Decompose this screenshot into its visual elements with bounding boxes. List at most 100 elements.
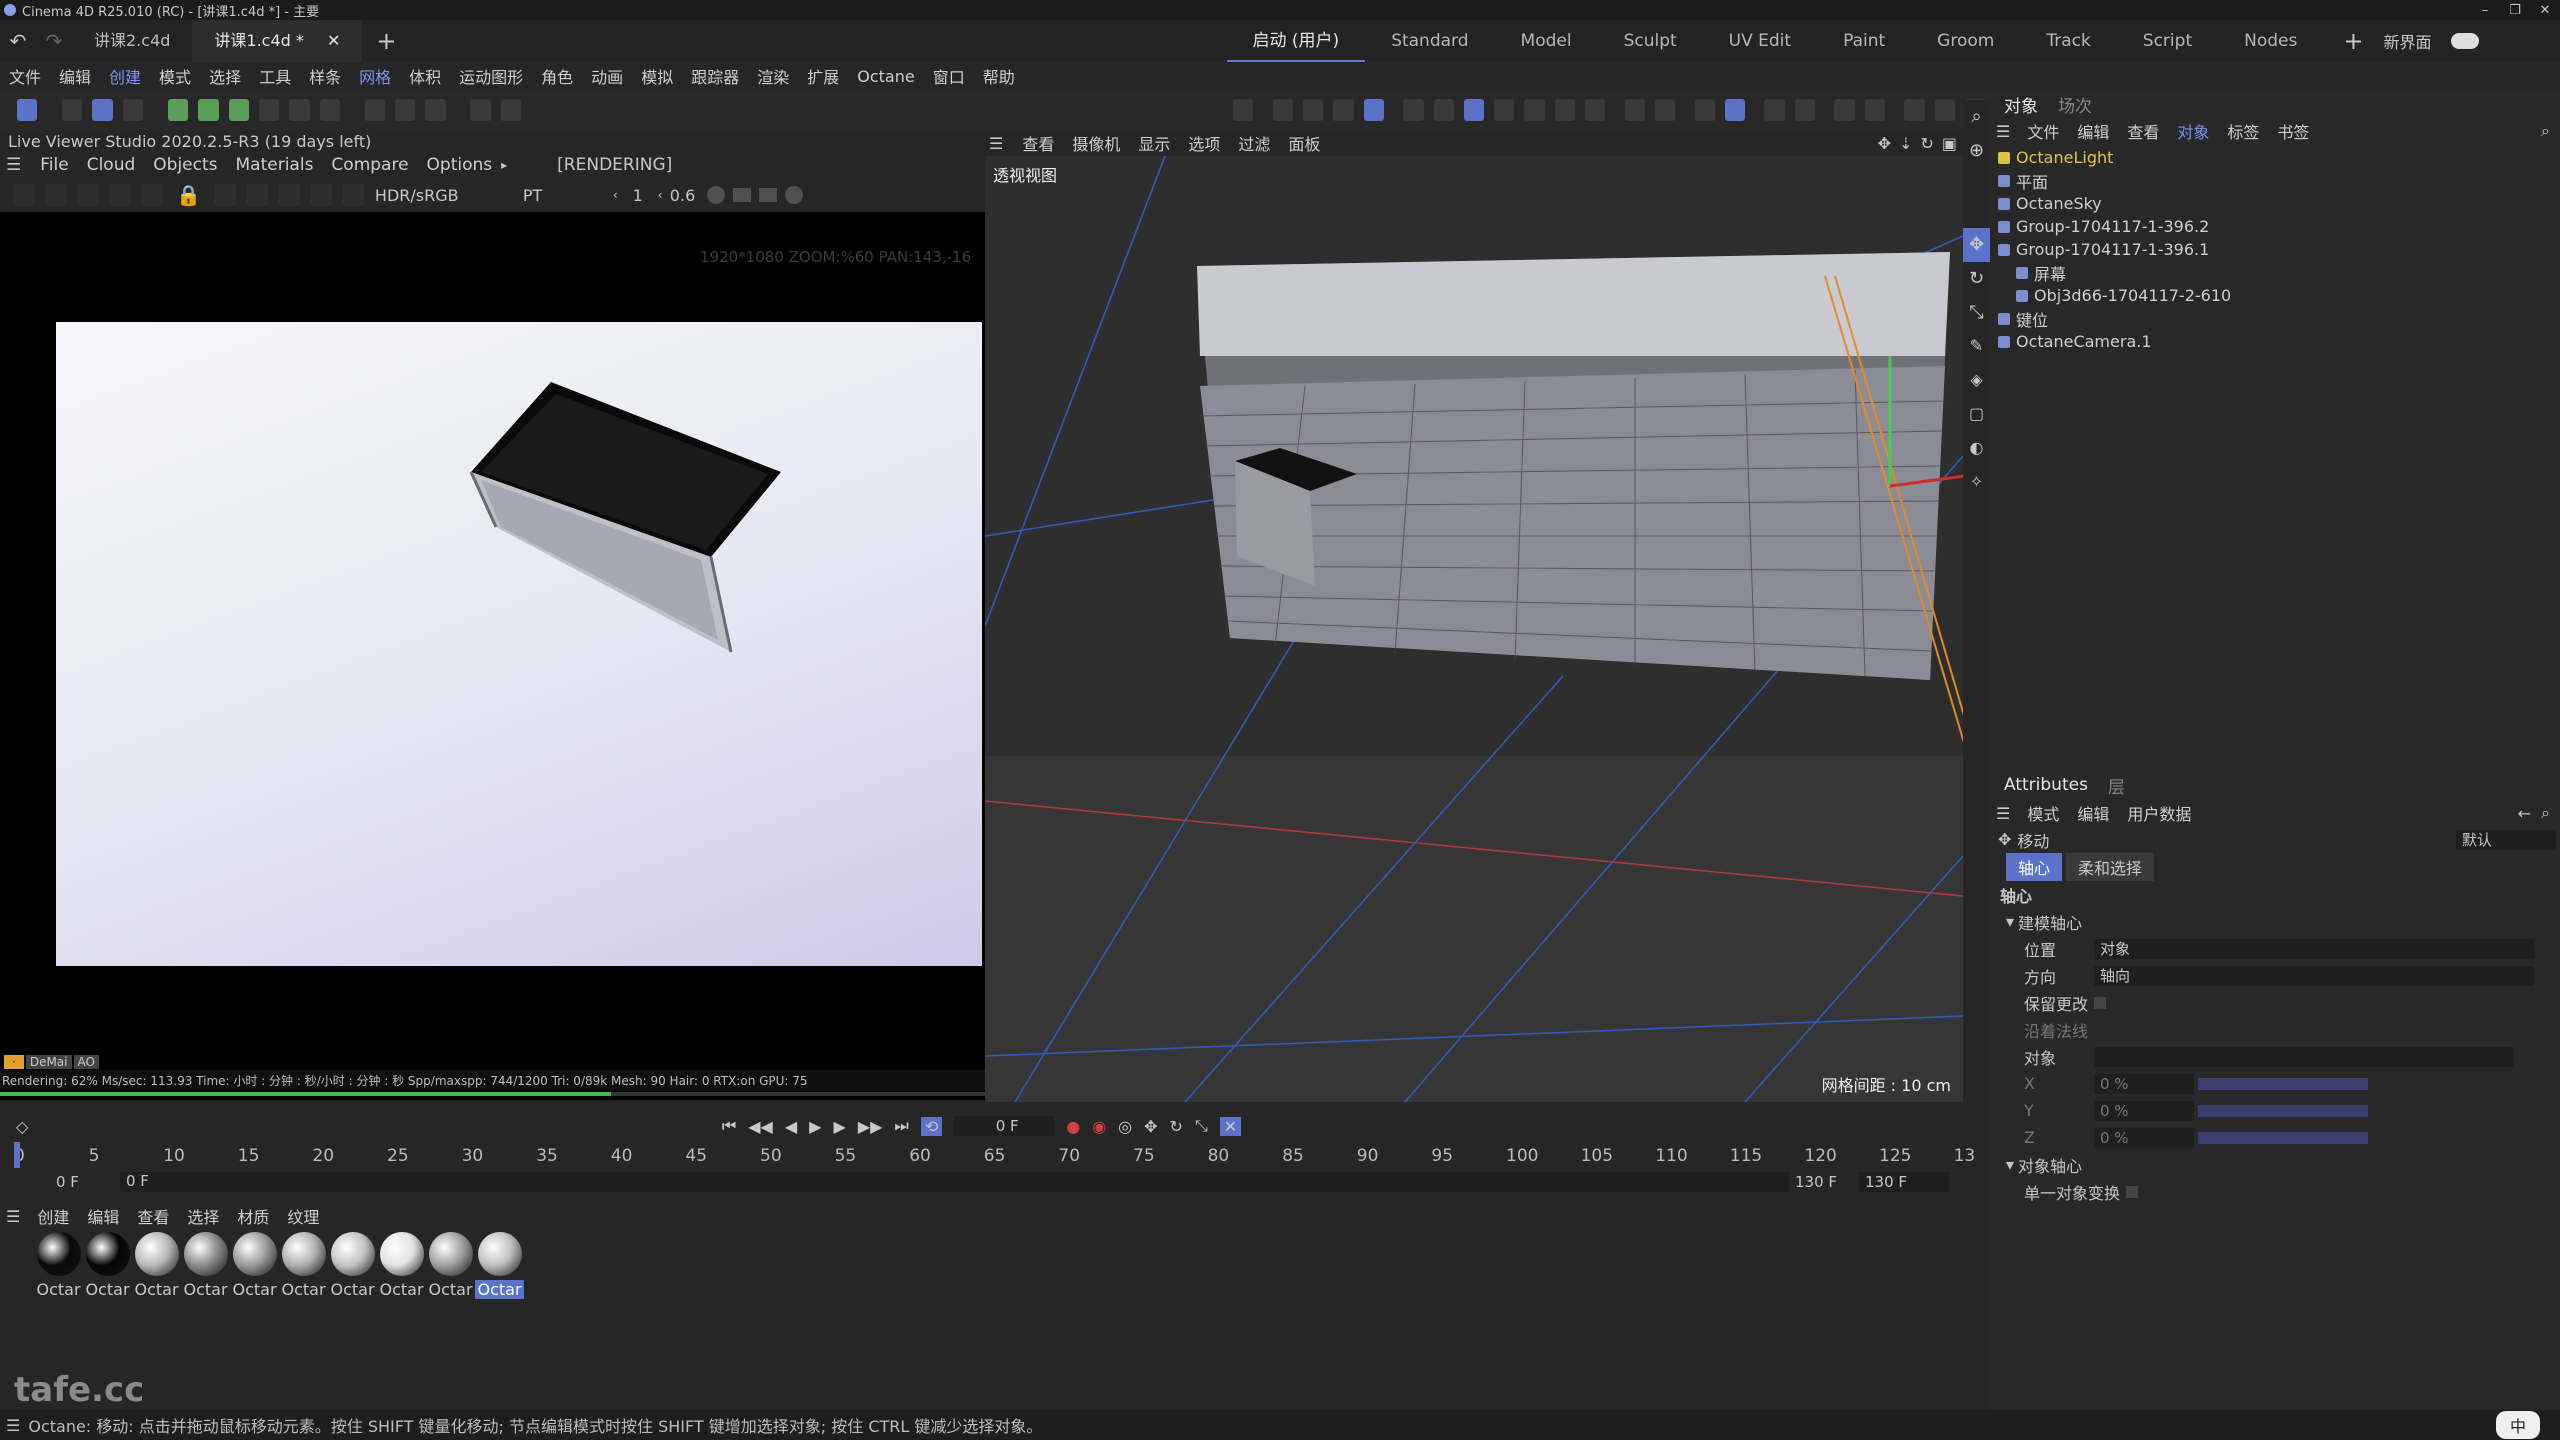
- color-space-select[interactable]: HDR/sRGB: [375, 186, 523, 205]
- chevron-right-icon[interactable]: ▸: [501, 158, 507, 172]
- subtab-soft-selection[interactable]: 柔和选择: [2066, 853, 2155, 881]
- playhead[interactable]: [14, 1142, 20, 1168]
- next-key-icon[interactable]: ▶▶: [858, 1117, 883, 1136]
- close-tab-icon[interactable]: ✕: [327, 31, 340, 50]
- snap-icon[interactable]: [1624, 99, 1646, 121]
- layout-tab[interactable]: Track: [2020, 20, 2116, 62]
- mat-menu-item[interactable]: 选择: [178, 1204, 228, 1228]
- vp-menu-item[interactable]: 摄像机: [1063, 131, 1129, 155]
- mat-menu-item[interactable]: 查看: [128, 1204, 178, 1228]
- layout-tab[interactable]: Sculpt: [1598, 20, 1703, 62]
- keyframe-icon[interactable]: ◇: [16, 1117, 28, 1136]
- material-item[interactable]: Octar: [83, 1232, 132, 1299]
- attr-menu-item[interactable]: 用户数据: [2118, 801, 2200, 825]
- lv-menu-item[interactable]: Cloud: [78, 155, 145, 175]
- keyframe-selection-icon[interactable]: ◎: [1118, 1117, 1132, 1136]
- status-handle-icon[interactable]: ☰: [6, 1416, 20, 1435]
- object-row[interactable]: OctaneLight: [1990, 146, 2560, 169]
- add-layout-icon[interactable]: +: [2343, 27, 2363, 55]
- menu-item[interactable]: 体积: [400, 64, 450, 88]
- mat-menu-item[interactable]: 编辑: [78, 1204, 128, 1228]
- viewport-solo-icon[interactable]: [1233, 99, 1254, 121]
- z-axis-icon[interactable]: [1333, 99, 1354, 121]
- magnet-icon[interactable]: ◐: [1963, 432, 1990, 466]
- play-icon[interactable]: ▶: [809, 1117, 821, 1136]
- lv-sphere-icon[interactable]: [784, 186, 803, 204]
- menu-item[interactable]: 扩展: [798, 64, 848, 88]
- cube-tool-icon[interactable]: ▢: [1963, 398, 1990, 432]
- keep-checkbox[interactable]: [2094, 996, 2107, 1009]
- current-frame-field[interactable]: 0 F: [954, 1116, 1055, 1136]
- orbit-icon[interactable]: ⊕: [1963, 134, 1990, 168]
- solo-mode-icon[interactable]: [1585, 99, 1606, 121]
- cloner-icon[interactable]: [167, 99, 189, 121]
- tab-objects[interactable]: 对象: [1994, 92, 2048, 117]
- points-mode-icon[interactable]: [1403, 99, 1424, 121]
- render-view-icon[interactable]: [1794, 99, 1816, 121]
- render-view[interactable]: [56, 322, 982, 966]
- lv-focus-icon[interactable]: [213, 184, 236, 206]
- start-frame-field[interactable]: 0 F: [50, 1172, 120, 1192]
- tab-takes[interactable]: 场次: [2048, 92, 2102, 117]
- menu-item[interactable]: 窗口: [924, 64, 974, 88]
- scale-key-icon[interactable]: ⤡: [1195, 1116, 1208, 1136]
- obj-menu-item[interactable]: 标签: [2218, 119, 2268, 143]
- object-row[interactable]: Obj3d66-1704117-2-610: [1990, 284, 2560, 307]
- value2-field[interactable]: 0.6: [663, 186, 703, 205]
- menu-item[interactable]: 角色: [532, 64, 582, 88]
- doc-tab-2[interactable]: 讲课1.c4d * ✕: [192, 20, 363, 62]
- lv-circle-icon[interactable]: [706, 186, 725, 204]
- mode-select[interactable]: PT: [523, 186, 613, 205]
- cube-icon[interactable]: [62, 99, 83, 121]
- lock-icon[interactable]: 🔒: [176, 183, 201, 207]
- vp-menu-item[interactable]: 面板: [1279, 131, 1329, 155]
- minimize-icon[interactable]: –: [2470, 3, 2500, 18]
- layout-tab[interactable]: UV Edit: [1703, 20, 1817, 62]
- collapse-icon[interactable]: ▾: [2006, 1155, 2014, 1174]
- coord-system-icon[interactable]: [1363, 99, 1384, 121]
- menu-item[interactable]: 选择: [200, 64, 250, 88]
- lv-pick-icon[interactable]: [309, 184, 332, 206]
- prev-frame-icon[interactable]: ◀: [785, 1117, 797, 1136]
- tag-icon[interactable]: [470, 99, 491, 121]
- lv-menu-item[interactable]: Compare: [322, 155, 417, 175]
- back-arrow-icon[interactable]: ←: [2518, 804, 2531, 823]
- lv-refresh-icon[interactable]: [45, 184, 67, 206]
- render-queue-icon[interactable]: [1934, 99, 1955, 121]
- subtab-axis[interactable]: 轴心: [2006, 853, 2063, 881]
- mat-menu-item[interactable]: 材质: [228, 1204, 278, 1228]
- material-item[interactable]: Octar: [132, 1232, 181, 1299]
- menu-item[interactable]: 运动图形: [450, 64, 532, 88]
- obj-menu-item[interactable]: 对象: [2168, 119, 2218, 143]
- menu-item[interactable]: 样条: [300, 64, 350, 88]
- tab-layers[interactable]: 层: [2098, 773, 2135, 798]
- layout-tab[interactable]: Script: [2117, 20, 2218, 62]
- material-item[interactable]: Octar: [279, 1232, 328, 1299]
- vp-rotate-icon[interactable]: ↻: [1920, 134, 1933, 153]
- x-axis-icon[interactable]: [1272, 99, 1293, 121]
- lv-menu-handle-icon[interactable]: ☰: [6, 155, 21, 175]
- material-item[interactable]: Octar: [230, 1232, 279, 1299]
- tag2-icon[interactable]: [500, 99, 522, 121]
- autokey-icon[interactable]: ◉: [1092, 1117, 1106, 1136]
- attr-menu-item[interactable]: 模式: [2018, 801, 2068, 825]
- lv-stop-icon[interactable]: [109, 184, 131, 206]
- zoom-icon[interactable]: ⌕: [1963, 100, 1990, 134]
- sphere-icon[interactable]: [92, 99, 113, 121]
- lv-pause-icon[interactable]: [77, 184, 99, 206]
- tab-attributes[interactable]: Attributes: [1994, 775, 2098, 795]
- camera-icon[interactable]: [394, 99, 416, 121]
- material-item[interactable]: Octar: [328, 1232, 377, 1299]
- layout-tab[interactable]: Paint: [1817, 20, 1911, 62]
- edges-mode-icon[interactable]: [1433, 99, 1454, 121]
- axis-value[interactable]: 0 %: [2094, 1127, 2194, 1148]
- vp-move-icon[interactable]: ✥: [1878, 134, 1891, 153]
- axis-slider[interactable]: [2198, 1077, 2368, 1090]
- uv-mode-icon[interactable]: [1524, 99, 1545, 121]
- object-row[interactable]: 键位: [1990, 307, 2560, 330]
- grid-icon[interactable]: [1694, 99, 1715, 121]
- rotate-key-icon[interactable]: ↻: [1170, 1117, 1183, 1136]
- vp-menu-item[interactable]: 显示: [1129, 131, 1179, 155]
- vp-menu-item[interactable]: 过滤: [1229, 131, 1279, 155]
- mat-menu-item[interactable]: 纹理: [278, 1204, 328, 1228]
